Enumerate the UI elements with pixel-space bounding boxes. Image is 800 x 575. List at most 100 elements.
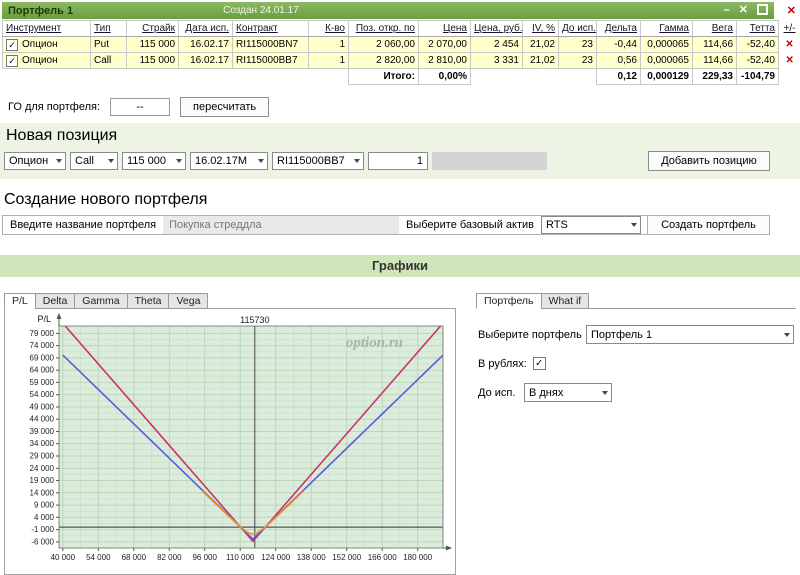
svg-text:69 000: 69 000: [30, 353, 55, 362]
portfolio-titlebar: Портфель 1 Создан 24.01.17 – ✕: [2, 2, 774, 19]
portfolio-title: Портфель 1: [8, 5, 73, 17]
settings-tabs: Портфель What if: [476, 293, 796, 309]
cell-qty[interactable]: 1: [309, 53, 349, 69]
settings-content: Выберите портфель Портфель 1 В рублях: ✓…: [476, 308, 796, 402]
cell-theta: -52,40: [737, 53, 779, 69]
svg-text:59 000: 59 000: [30, 378, 55, 387]
delete-row-button[interactable]: ✕: [786, 55, 794, 66]
totals-delta: 0,12: [597, 69, 641, 85]
strike-select[interactable]: 115 000: [122, 152, 186, 170]
svg-text:54 000: 54 000: [30, 390, 55, 399]
x-axis-arrow-icon: [446, 546, 452, 551]
days-select[interactable]: В днях: [524, 383, 612, 402]
tab-portfolio[interactable]: Портфель: [476, 293, 542, 309]
new-position-title: Новая позиция: [6, 127, 796, 145]
portfolio-name-input[interactable]: [163, 216, 399, 234]
col-header-open-pos[interactable]: Поз. откр. по: [349, 21, 419, 37]
base-asset-select[interactable]: RTS: [541, 216, 641, 234]
col-header-gamma[interactable]: Гамма: [641, 21, 693, 37]
col-header-instrument[interactable]: Инструмент: [3, 21, 91, 37]
col-header-strike[interactable]: Страйк: [127, 21, 179, 37]
cell-price: 2 810,00: [419, 53, 471, 69]
col-header-type[interactable]: Тип: [91, 21, 127, 37]
svg-text:138 000: 138 000: [297, 553, 326, 562]
col-header-theta[interactable]: Тетта: [737, 21, 779, 37]
recalc-button[interactable]: пересчитать: [180, 97, 269, 117]
chart-panel: P/L Delta Gamma Theta Vega option.ru1157…: [4, 293, 456, 575]
expiry-select[interactable]: 16.02.17M: [190, 152, 268, 170]
cell-exp-date: 16.02.17: [179, 53, 233, 69]
rubles-checkbox[interactable]: ✓: [533, 357, 546, 370]
instrument-select[interactable]: Опцион: [4, 152, 66, 170]
direction-select[interactable]: Call: [70, 152, 118, 170]
svg-text:49 000: 49 000: [30, 403, 55, 412]
contract-select[interactable]: RI115000BB7: [272, 152, 364, 170]
col-header-contract[interactable]: Контракт: [233, 21, 309, 37]
select-portfolio-label: Выберите портфель: [478, 329, 586, 341]
svg-text:180 000: 180 000: [403, 553, 432, 562]
row-checkbox[interactable]: ✓: [6, 39, 18, 51]
svg-text:34 000: 34 000: [30, 439, 55, 448]
col-header-plusminus[interactable]: +/-: [779, 21, 800, 37]
base-asset-select-value: RTS: [546, 219, 568, 231]
col-header-price[interactable]: Цена: [419, 21, 471, 37]
col-header-exp-date[interactable]: Дата исп.: [179, 21, 233, 37]
rubles-label: В рублях:: [478, 358, 527, 370]
tab-gamma[interactable]: Gamma: [74, 293, 127, 309]
col-header-price-rub[interactable]: Цена, руб.: [471, 21, 523, 37]
delete-row-button[interactable]: ✕: [785, 39, 793, 50]
col-header-days[interactable]: До исп.: [559, 21, 597, 37]
minimize-button[interactable]: –: [724, 5, 730, 16]
portfolio-name-label: Введите название портфеля: [3, 216, 163, 234]
cell-qty[interactable]: 1: [309, 37, 349, 53]
quantity-input[interactable]: [368, 152, 428, 170]
portfolio-select-row: Выберите портфель Портфель 1: [478, 325, 794, 344]
cell-open-pos[interactable]: 2 820,00: [349, 53, 419, 69]
panel-close-button[interactable]: ✕: [787, 4, 796, 17]
close-button[interactable]: ✕: [739, 5, 748, 16]
create-portfolio-button[interactable]: Создать портфель: [647, 216, 769, 234]
cell-strike: 115 000: [127, 37, 179, 53]
svg-text:19 000: 19 000: [30, 476, 55, 485]
cell-days: 23: [559, 53, 597, 69]
svg-text:29 000: 29 000: [30, 452, 55, 461]
base-asset-label: Выберите базовый актив: [399, 216, 541, 234]
cell-strike: 115 000: [127, 53, 179, 69]
portfolio-settings-panel: Портфель What if Выберите портфель Портф…: [476, 293, 796, 415]
tab-vega[interactable]: Vega: [168, 293, 208, 309]
portfolio-created-label: Создан 24.01.17: [223, 5, 299, 16]
days-label: До исп.: [478, 387, 524, 399]
totals-iv: 0,00%: [419, 69, 471, 85]
row-checkbox[interactable]: ✓: [6, 55, 18, 67]
contract-select-value: RI115000BB7: [277, 155, 345, 167]
disabled-field: [432, 152, 547, 170]
svg-text:40 000: 40 000: [51, 553, 76, 562]
add-position-button[interactable]: Добавить позицию: [648, 151, 770, 171]
col-header-vega[interactable]: Вега: [693, 21, 737, 37]
chart-tabs: P/L Delta Gamma Theta Vega: [4, 293, 456, 309]
portfolio-select[interactable]: Портфель 1: [586, 325, 794, 344]
col-header-iv[interactable]: IV, %: [523, 21, 559, 37]
instrument-select-value: Опцион: [9, 155, 48, 167]
portfolio-window: Портфель 1 Создан 24.01.17 – ✕ ✕ Инструм…: [2, 2, 800, 117]
table-header-row: Инструмент Тип Страйк Дата исп. Контракт…: [3, 21, 800, 37]
tab-whatif[interactable]: What if: [541, 293, 590, 309]
instrument-label: Опцион: [22, 55, 58, 66]
cell-delete: ✕: [779, 53, 800, 69]
direction-select-value: Call: [75, 155, 94, 167]
col-header-delta[interactable]: Дельта: [597, 21, 641, 37]
cell-theta: -52,40: [737, 37, 779, 53]
go-label: ГО для портфеля:: [8, 101, 100, 113]
tab-theta[interactable]: Theta: [127, 293, 170, 309]
tab-pl[interactable]: P/L: [4, 293, 36, 309]
cell-open-pos[interactable]: 2 060,00: [349, 37, 419, 53]
resize-button[interactable]: [757, 4, 768, 18]
svg-text:110 000: 110 000: [226, 553, 255, 562]
strike-select-value: 115 000: [127, 155, 166, 167]
dropdown-arrow-icon: [354, 159, 360, 163]
portfolio-select-value: Портфель 1: [591, 329, 652, 341]
col-header-qty[interactable]: К-во: [309, 21, 349, 37]
days-select-value: В днях: [529, 387, 563, 399]
svg-text:64 000: 64 000: [30, 366, 55, 375]
tab-delta[interactable]: Delta: [35, 293, 76, 309]
